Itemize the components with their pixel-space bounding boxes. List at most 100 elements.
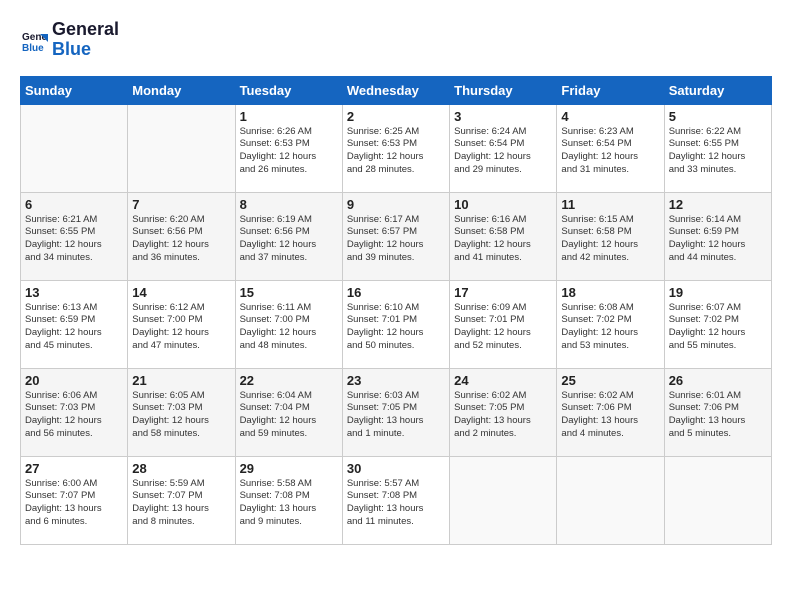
day-info: Sunrise: 6:26 AM Sunset: 6:53 PM Dayligh…: [240, 126, 338, 177]
day-number: 1: [240, 109, 338, 124]
page-header: General Blue General Blue: [20, 20, 772, 60]
day-info: Sunrise: 6:12 AM Sunset: 7:00 PM Dayligh…: [132, 302, 230, 353]
day-number: 30: [347, 461, 445, 476]
day-number: 10: [454, 197, 552, 212]
day-number: 7: [132, 197, 230, 212]
calendar-cell: 29Sunrise: 5:58 AM Sunset: 7:08 PM Dayli…: [235, 456, 342, 544]
calendar-cell: 6 Sunrise: 6:21 AM Sunset: 6:55 PM Daylig…: [21, 192, 128, 280]
calendar-cell: 12Sunrise: 6:14 AM Sunset: 6:59 PM Dayli…: [664, 192, 771, 280]
day-info: Sunrise: 6:23 AM Sunset: 6:54 PM Dayligh…: [561, 126, 659, 177]
calendar-cell: [450, 456, 557, 544]
day-info: Sunrise: 6:02 AM Sunset: 7:06 PM Dayligh…: [561, 390, 659, 441]
day-number: 5: [669, 109, 767, 124]
day-number: 27: [25, 461, 123, 476]
header-saturday: Saturday: [664, 76, 771, 104]
day-info: Sunrise: 6:02 AM Sunset: 7:05 PM Dayligh…: [454, 390, 552, 441]
header-wednesday: Wednesday: [342, 76, 449, 104]
week-row-0: 1 Sunrise: 6:26 AM Sunset: 6:53 PM Daylig…: [21, 104, 772, 192]
day-number: 11: [561, 197, 659, 212]
week-row-1: 6 Sunrise: 6:21 AM Sunset: 6:55 PM Daylig…: [21, 192, 772, 280]
week-row-4: 27 Sunrise: 6:00 AM Sunset: 7:07 PM Dayli…: [21, 456, 772, 544]
day-info: Sunrise: 5:58 AM Sunset: 7:08 PM Dayligh…: [240, 478, 338, 529]
day-number: 19: [669, 285, 767, 300]
day-number: 25: [561, 373, 659, 388]
day-number: 24: [454, 373, 552, 388]
calendar-cell: 4 Sunrise: 6:23 AM Sunset: 6:54 PM Daylig…: [557, 104, 664, 192]
calendar-cell: 7 Sunrise: 6:20 AM Sunset: 6:56 PM Daylig…: [128, 192, 235, 280]
calendar-cell: 20 Sunrise: 6:06 AM Sunset: 7:03 PM Dayli…: [21, 368, 128, 456]
calendar-cell: 5 Sunrise: 6:22 AM Sunset: 6:55 PM Daylig…: [664, 104, 771, 192]
calendar-cell: 18 Sunrise: 6:08 AM Sunset: 7:02 PM Dayli…: [557, 280, 664, 368]
day-info: Sunrise: 6:17 AM Sunset: 6:57 PM Dayligh…: [347, 214, 445, 265]
day-info: Sunrise: 6:07 AM Sunset: 7:02 PM Dayligh…: [669, 302, 767, 353]
day-number: 4: [561, 109, 659, 124]
day-info: Sunrise: 6:03 AM Sunset: 7:05 PM Dayligh…: [347, 390, 445, 441]
calendar-cell: 28 Sunrise: 5:59 AM Sunset: 7:07 PM Dayli…: [128, 456, 235, 544]
calendar-cell: 1 Sunrise: 6:26 AM Sunset: 6:53 PM Daylig…: [235, 104, 342, 192]
logo: General Blue General Blue: [20, 20, 119, 60]
calendar-cell: 22Sunrise: 6:04 AM Sunset: 7:04 PM Dayli…: [235, 368, 342, 456]
calendar-cell: 17Sunrise: 6:09 AM Sunset: 7:01 PM Dayli…: [450, 280, 557, 368]
day-number: 3: [454, 109, 552, 124]
day-number: 14: [132, 285, 230, 300]
calendar-cell: [128, 104, 235, 192]
calendar-cell: [21, 104, 128, 192]
calendar-cell: 30 Sunrise: 5:57 AM Sunset: 7:08 PM Dayli…: [342, 456, 449, 544]
calendar-cell: 21 Sunrise: 6:05 AM Sunset: 7:03 PM Dayli…: [128, 368, 235, 456]
day-info: Sunrise: 6:08 AM Sunset: 7:02 PM Dayligh…: [561, 302, 659, 353]
calendar-cell: 15Sunrise: 6:11 AM Sunset: 7:00 PM Dayli…: [235, 280, 342, 368]
calendar-cell: 13Sunrise: 6:13 AM Sunset: 6:59 PM Dayli…: [21, 280, 128, 368]
day-info: Sunrise: 6:10 AM Sunset: 7:01 PM Dayligh…: [347, 302, 445, 353]
day-info: Sunrise: 6:21 AM Sunset: 6:55 PM Dayligh…: [25, 214, 123, 265]
calendar-cell: 23 Sunrise: 6:03 AM Sunset: 7:05 PM Dayli…: [342, 368, 449, 456]
header-tuesday: Tuesday: [235, 76, 342, 104]
day-number: 23: [347, 373, 445, 388]
day-number: 16: [347, 285, 445, 300]
day-number: 6: [25, 197, 123, 212]
day-info: Sunrise: 6:06 AM Sunset: 7:03 PM Dayligh…: [25, 390, 123, 441]
calendar-cell: 3 Sunrise: 6:24 AM Sunset: 6:54 PM Daylig…: [450, 104, 557, 192]
day-number: 21: [132, 373, 230, 388]
calendar-cell: 10 Sunrise: 6:16 AM Sunset: 6:58 PM Dayli…: [450, 192, 557, 280]
day-number: 18: [561, 285, 659, 300]
day-info: Sunrise: 6:19 AM Sunset: 6:56 PM Dayligh…: [240, 214, 338, 265]
calendar-cell: 16 Sunrise: 6:10 AM Sunset: 7:01 PM Dayli…: [342, 280, 449, 368]
calendar-cell: 14 Sunrise: 6:12 AM Sunset: 7:00 PM Dayli…: [128, 280, 235, 368]
calendar-cell: [664, 456, 771, 544]
calendar-cell: 9 Sunrise: 6:17 AM Sunset: 6:57 PM Daylig…: [342, 192, 449, 280]
calendar-cell: 27 Sunrise: 6:00 AM Sunset: 7:07 PM Dayli…: [21, 456, 128, 544]
day-info: Sunrise: 6:24 AM Sunset: 6:54 PM Dayligh…: [454, 126, 552, 177]
day-info: Sunrise: 6:25 AM Sunset: 6:53 PM Dayligh…: [347, 126, 445, 177]
day-number: 28: [132, 461, 230, 476]
day-info: Sunrise: 6:05 AM Sunset: 7:03 PM Dayligh…: [132, 390, 230, 441]
day-number: 8: [240, 197, 338, 212]
day-info: Sunrise: 6:14 AM Sunset: 6:59 PM Dayligh…: [669, 214, 767, 265]
day-info: Sunrise: 6:20 AM Sunset: 6:56 PM Dayligh…: [132, 214, 230, 265]
header-monday: Monday: [128, 76, 235, 104]
calendar-cell: 19 Sunrise: 6:07 AM Sunset: 7:02 PM Dayli…: [664, 280, 771, 368]
week-row-3: 20 Sunrise: 6:06 AM Sunset: 7:03 PM Dayli…: [21, 368, 772, 456]
day-info: Sunrise: 6:09 AM Sunset: 7:01 PM Dayligh…: [454, 302, 552, 353]
logo-blue: Blue: [52, 40, 119, 60]
logo-icon: General Blue: [20, 26, 48, 54]
day-info: Sunrise: 6:15 AM Sunset: 6:58 PM Dayligh…: [561, 214, 659, 265]
day-number: 15: [240, 285, 338, 300]
svg-text:Blue: Blue: [22, 43, 44, 54]
day-info: Sunrise: 6:04 AM Sunset: 7:04 PM Dayligh…: [240, 390, 338, 441]
day-number: 9: [347, 197, 445, 212]
day-info: Sunrise: 5:57 AM Sunset: 7:08 PM Dayligh…: [347, 478, 445, 529]
calendar-cell: 11 Sunrise: 6:15 AM Sunset: 6:58 PM Dayli…: [557, 192, 664, 280]
header-friday: Friday: [557, 76, 664, 104]
day-info: Sunrise: 6:00 AM Sunset: 7:07 PM Dayligh…: [25, 478, 123, 529]
day-number: 26: [669, 373, 767, 388]
week-row-2: 13Sunrise: 6:13 AM Sunset: 6:59 PM Dayli…: [21, 280, 772, 368]
day-number: 20: [25, 373, 123, 388]
calendar-table: SundayMondayTuesdayWednesdayThursdayFrid…: [20, 76, 772, 545]
day-info: Sunrise: 5:59 AM Sunset: 7:07 PM Dayligh…: [132, 478, 230, 529]
day-info: Sunrise: 6:22 AM Sunset: 6:55 PM Dayligh…: [669, 126, 767, 177]
day-info: Sunrise: 6:16 AM Sunset: 6:58 PM Dayligh…: [454, 214, 552, 265]
header-thursday: Thursday: [450, 76, 557, 104]
calendar-header-row: SundayMondayTuesdayWednesdayThursdayFrid…: [21, 76, 772, 104]
logo-general: General: [52, 19, 119, 39]
calendar-cell: 2Sunrise: 6:25 AM Sunset: 6:53 PM Daylig…: [342, 104, 449, 192]
